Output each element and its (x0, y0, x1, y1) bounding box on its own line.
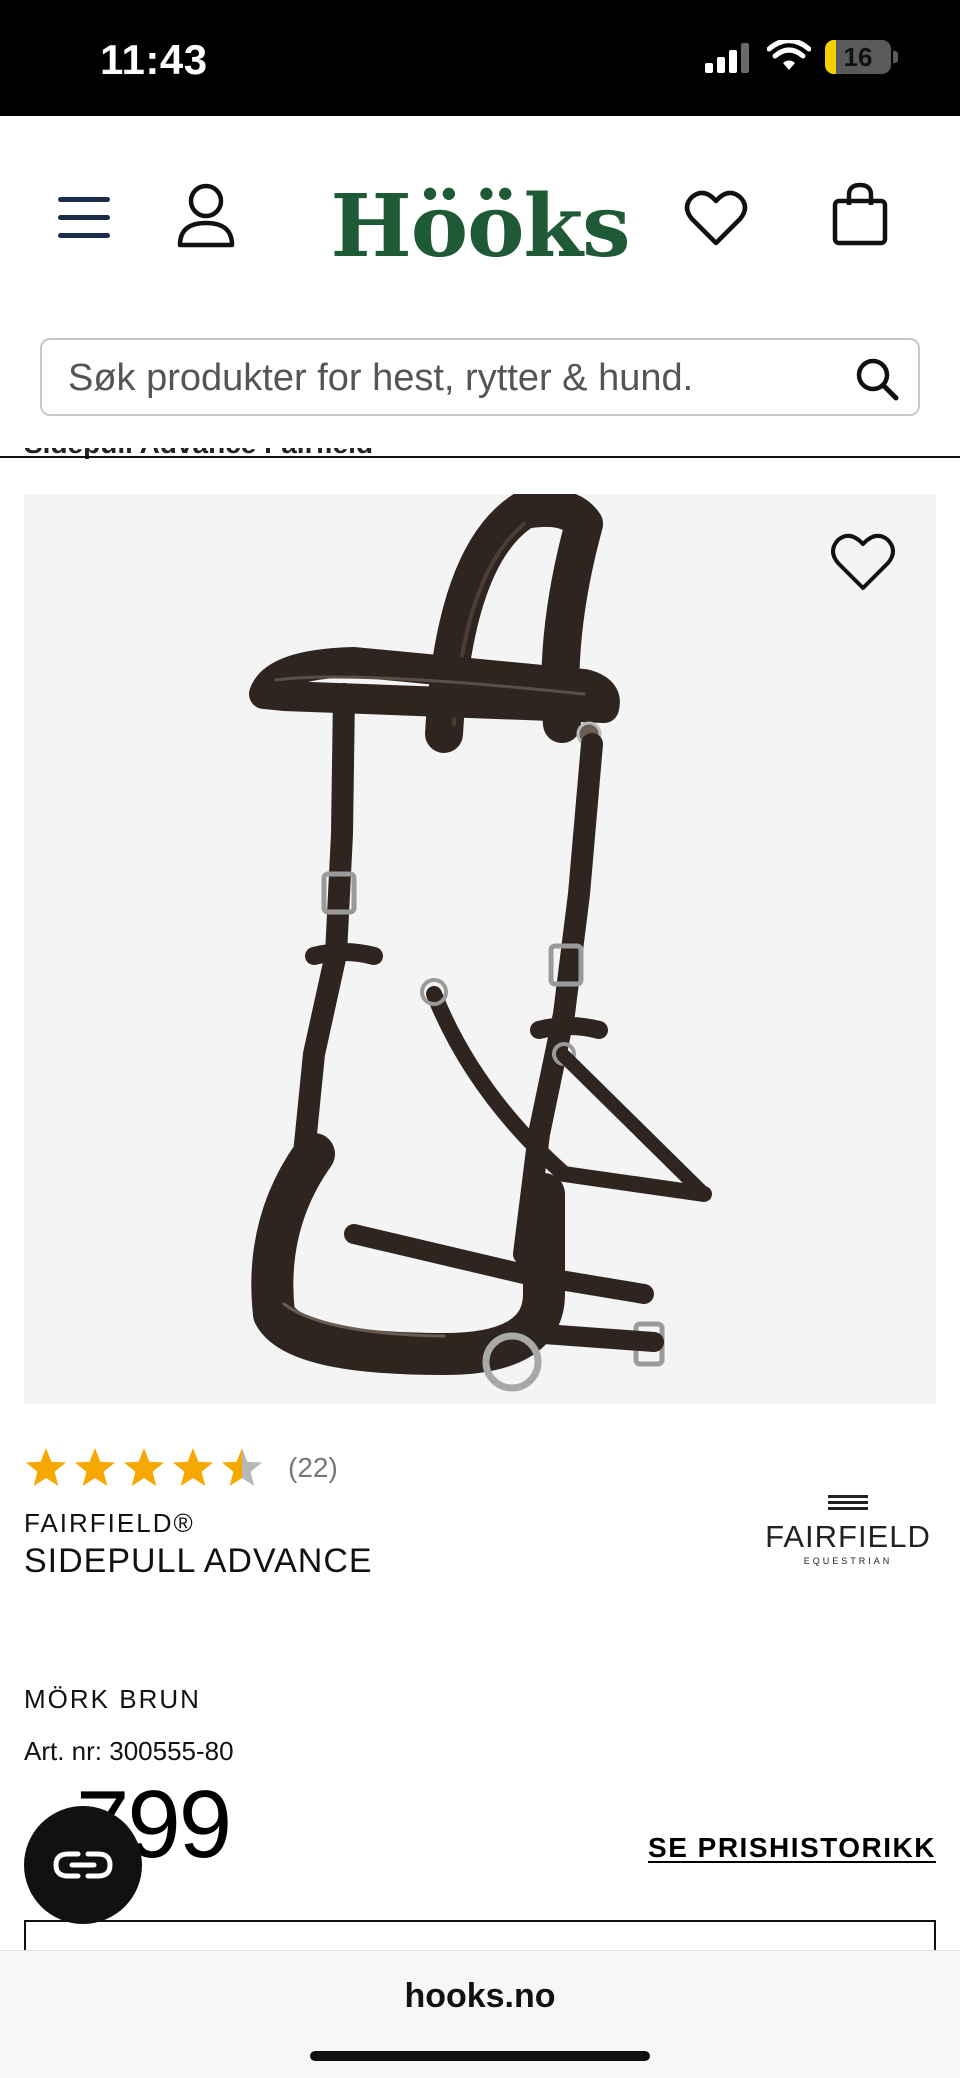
rating-star (173, 1448, 213, 1486)
cart-button[interactable] (824, 178, 896, 250)
search-icon (856, 358, 899, 401)
menu-button[interactable] (52, 186, 116, 250)
product-rating[interactable]: (22) (24, 1446, 338, 1490)
rating-star (75, 1448, 115, 1486)
account-button[interactable] (170, 180, 242, 252)
chat-button[interactable] (24, 1806, 142, 1924)
battery-icon: 16 (825, 40, 891, 74)
search-input[interactable] (68, 352, 848, 404)
header-divider (0, 456, 960, 458)
url-text[interactable]: hooks.no (0, 1977, 960, 2016)
home-indicator[interactable] (310, 2051, 650, 2061)
product-brand[interactable]: FAIRFIELD® (24, 1508, 195, 1539)
search-button[interactable] (854, 356, 900, 402)
battery-level (825, 40, 836, 74)
rating-star (26, 1448, 66, 1486)
breadcrumb-text[interactable]: Sidepull Advance Fairfield (24, 448, 373, 460)
account-icon (177, 183, 235, 248)
site-logo[interactable]: Hööks (300, 176, 660, 277)
brand-logo[interactable]: FAIRFIELD EQUESTRIAN (760, 1494, 936, 1566)
shopping-bag-icon (832, 182, 888, 246)
cellular-signal-icon (705, 43, 749, 73)
breadcrumb[interactable]: Sidepull Advance Fairfield (0, 448, 960, 462)
status-time: 11:43 (100, 36, 208, 83)
bridle-illustration (249, 494, 712, 1392)
heart-icon (684, 190, 748, 246)
price-history-link[interactable]: SE PRISHISTORIKK (648, 1832, 936, 1864)
battery-percent: 16 (843, 41, 873, 72)
rating-star (124, 1448, 164, 1486)
browser-url-bar[interactable]: hooks.no (0, 1950, 960, 2078)
product-title: SIDEPULL ADVANCE (24, 1542, 373, 1580)
brand-logo-mark (828, 1495, 868, 1510)
wishlist-button[interactable] (680, 186, 752, 250)
chat-icon (53, 1851, 113, 1879)
status-bar: 11:43 16 (0, 0, 960, 116)
brand-logo-name: FAIRFIELD (765, 1519, 931, 1554)
status-icons: 16 (705, 40, 898, 74)
menu-icon (58, 197, 110, 238)
battery-nub (893, 51, 898, 63)
article-number: Art. nr: 300555-80 (24, 1736, 234, 1766)
product-image[interactable] (24, 494, 936, 1404)
product-color: MÖRK BRUN (24, 1684, 201, 1714)
search-bar (40, 338, 920, 416)
rating-star (222, 1448, 262, 1486)
site-header: Hööks (0, 116, 960, 326)
rating-stars (26, 1448, 262, 1486)
heart-icon (831, 533, 895, 590)
wifi-icon (767, 40, 811, 70)
add-to-wishlist-button[interactable] (830, 532, 896, 592)
review-count[interactable]: (22) (288, 1452, 338, 1484)
brand-logo-sub: EQUESTRIAN (803, 1556, 893, 1566)
